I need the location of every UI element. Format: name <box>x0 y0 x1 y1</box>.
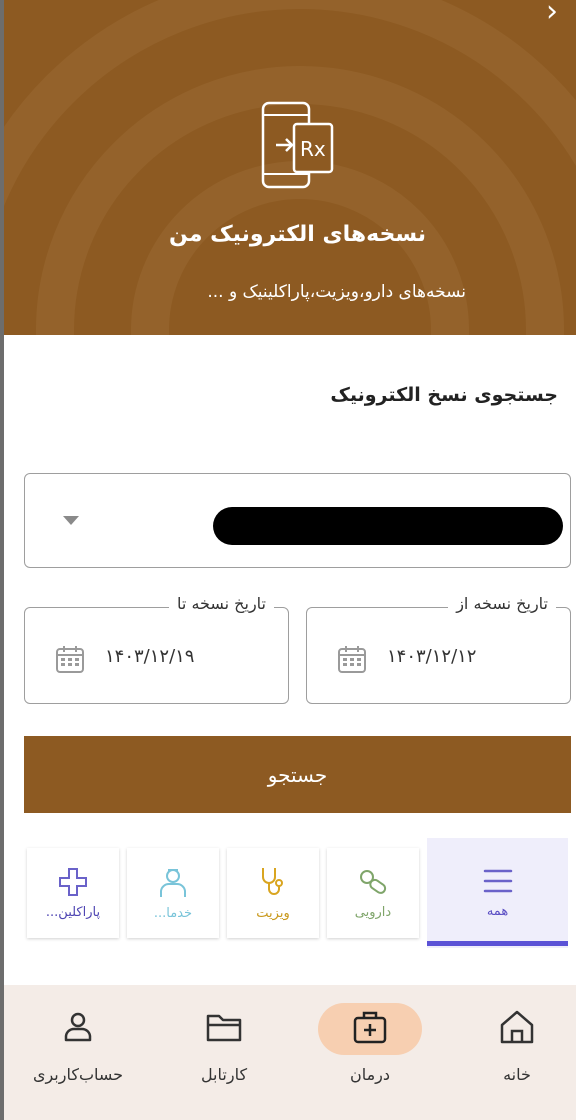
screen-edge <box>0 0 4 1120</box>
nav-item-account-label: حساب‌کاربری <box>32 1065 124 1084</box>
user-icon <box>64 1012 92 1042</box>
filter-tab-visit-label: ویزیت <box>256 905 290 921</box>
filter-tab-all[interactable]: همه <box>427 838 568 948</box>
header-title: نسخه‌های الکترونیک من <box>169 222 426 247</box>
filter-tab-services-label: خدما... <box>153 905 193 921</box>
calendar-icon[interactable] <box>337 644 367 674</box>
stethoscope-icon <box>262 867 283 895</box>
nav-item-treatment-label: درمان <box>349 1065 391 1084</box>
filter-tab-paraclinic[interactable]: پاراکلین... <box>27 848 119 938</box>
back-arrow-icon[interactable]: › <box>546 0 558 29</box>
nav-item-cartable-label: کارتابل <box>200 1065 248 1084</box>
home-icon <box>500 1010 534 1044</box>
filter-tab-paraclinic-label: پاراکلین... <box>45 904 101 920</box>
nav-item-home-label: خانه <box>503 1065 531 1084</box>
nav-item-treatment[interactable]: درمان <box>310 1007 430 1084</box>
date-from-value: ۱۴۰۳/۱۲/۱۲ <box>387 646 477 667</box>
filter-tab-all-label: همه <box>486 903 509 919</box>
filter-tab-drug[interactable]: دارویی <box>327 848 419 938</box>
nav-item-account[interactable]: حساب‌کاربری <box>18 1007 138 1084</box>
calendar-icon[interactable] <box>55 644 85 674</box>
search-section-title: جستجوی نسخ الکترونیک <box>330 384 558 406</box>
plus-icon <box>59 867 87 896</box>
medical-kit-icon <box>353 1011 387 1044</box>
nav-item-home[interactable]: خانه <box>457 1007 576 1084</box>
header-subtitle: نسخه‌های دارو،ویزیت،پاراکلینیک و ... <box>207 282 466 302</box>
date-to-label: تاریخ نسخه تا <box>169 594 274 613</box>
filter-tab-visit[interactable]: ویزیت <box>227 848 319 938</box>
prescription-type-select[interactable] <box>24 473 571 568</box>
nav-item-cartable[interactable]: کارتابل <box>164 1007 284 1084</box>
date-to-field[interactable]: تاریخ نسخه تا ۱۴۰۳/۱۲/۱۹ <box>24 594 289 704</box>
search-button[interactable]: جستجو <box>24 736 571 813</box>
filter-tab-services[interactable]: خدما... <box>127 848 219 938</box>
page-header: › Rx نسخه‌های الکترونیک من نسخه‌های دارو… <box>0 0 576 335</box>
caret-down-icon <box>63 516 79 525</box>
active-tab-indicator <box>427 941 568 946</box>
date-to-value: ۱۴۰۳/۱۲/۱۹ <box>105 646 195 667</box>
filter-tabs: همه دارویی ویزیت خدما... پاراکلین... <box>0 838 576 948</box>
redacted-value <box>213 507 563 545</box>
filter-tab-drug-label: دارویی <box>354 904 392 920</box>
doctor-icon <box>160 868 186 897</box>
date-from-field[interactable]: تاریخ نسخه از ۱۴۰۳/۱۲/۱۲ <box>306 594 571 704</box>
prescription-phone-icon: Rx <box>261 101 334 189</box>
bottom-navigation: خانه درمان کارتابل حساب‌کاربری <box>0 985 576 1120</box>
svg-text:Rx: Rx <box>300 137 326 161</box>
date-from-label: تاریخ نسخه از <box>448 594 556 613</box>
pill-icon <box>360 869 387 894</box>
menu-icon <box>483 869 512 892</box>
folder-icon <box>206 1014 242 1042</box>
